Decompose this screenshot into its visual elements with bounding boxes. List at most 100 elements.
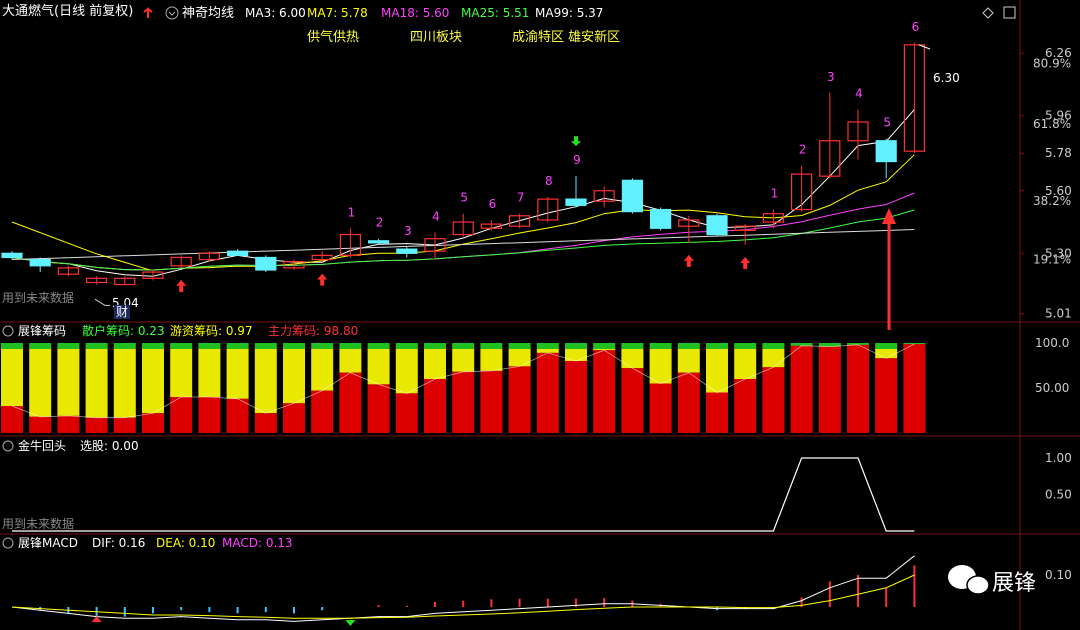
chip-main-bar: [480, 370, 503, 433]
buy-arrow-icon: [317, 273, 328, 280]
wechat-icon-bubble: [966, 575, 990, 595]
chip-retail-bar: [452, 343, 475, 349]
candle: [227, 250, 249, 256]
chip-label: 游资筹码: 0.97: [170, 324, 253, 338]
buy-arrow-stem: [320, 279, 325, 286]
macd-label: DEA: 0.10: [156, 536, 215, 550]
chip-main-bar: [283, 403, 305, 433]
count-label: 2: [376, 216, 384, 230]
count-label: 1: [771, 187, 779, 201]
bull-select-label: 选股: 0.00: [80, 439, 139, 453]
chip-retail-bar: [480, 343, 503, 349]
chip-main-bar: [113, 417, 136, 433]
chip-retail-bar: [593, 343, 616, 349]
watermark: 展锋: [992, 571, 1036, 596]
chip-hot-money-bar: [85, 349, 108, 418]
chip-retail-bar: [762, 343, 785, 349]
count-label: 3: [404, 224, 412, 238]
chip-main-bar: [367, 384, 390, 433]
macd-tick: 0.10: [1045, 568, 1072, 582]
chip-main-bar: [762, 367, 785, 433]
chip-retail-bar: [113, 343, 136, 349]
chip-main-bar: [649, 383, 672, 433]
count-label: 5: [460, 191, 468, 205]
count-label: 2: [799, 143, 807, 157]
chip-retail-bar: [339, 343, 362, 349]
chip-retail-bar: [734, 343, 757, 349]
chip-main-bar: [142, 413, 164, 433]
chip-retail-bar: [508, 343, 531, 349]
collapse-icon[interactable]: [2, 325, 14, 337]
candle: [29, 258, 51, 267]
chip-panel-name: 展锋筹码: [18, 324, 66, 338]
chip-retail-bar: [621, 343, 644, 349]
chip-hot-money-bar: [508, 349, 531, 367]
chip-retail-bar: [29, 343, 52, 349]
count-label: 4: [855, 86, 863, 100]
chip-retail-bar: [254, 343, 277, 349]
pct-tick: 19.1%: [1033, 253, 1071, 267]
chip-hot-money-bar: [395, 349, 418, 394]
chip-label: 主力筹码: 98.80: [268, 324, 358, 338]
chip-hot-money-bar: [1, 349, 23, 406]
buy-arrow-icon: [740, 256, 751, 263]
chip-retail-bar: [311, 343, 334, 349]
macd-panel-name: 展锋MACD: [18, 536, 78, 550]
chip-main-bar: [790, 345, 813, 433]
candle: [565, 198, 587, 206]
chip-main-bar: [508, 366, 531, 433]
count-label: 8: [545, 174, 553, 188]
chip-hot-money-bar: [226, 349, 249, 399]
macd-label: MACD: 0.13: [222, 536, 293, 550]
chip-retail-bar: [367, 343, 390, 349]
chip-hot-money-bar: [875, 349, 898, 359]
sell-arrow-icon: [571, 141, 581, 147]
ma7-line: [11, 154, 915, 271]
topic-annotation: 四川板块: [410, 30, 462, 45]
chip-label: 散户筹码: 0.23: [82, 323, 165, 338]
chip-retail-bar: [57, 343, 80, 349]
chip-hot-money-bar: [254, 349, 277, 414]
chip-hot-money-bar: [198, 349, 221, 397]
chip-main-bar: [1, 406, 23, 433]
macd-label: DIF: 0.16: [92, 536, 145, 550]
collapse-icon[interactable]: [2, 537, 14, 549]
topic-annotation: 成渝特区 雄安新区: [512, 29, 620, 45]
chip-main-bar: [339, 372, 362, 433]
chip-hot-money-bar: [339, 349, 362, 373]
chip-main-bar: [565, 361, 587, 433]
chip-hot-money-bar: [142, 349, 164, 414]
collapse-icon[interactable]: [2, 440, 14, 452]
chip-retail-bar: [875, 343, 898, 349]
high-price-label: 6.30: [933, 71, 960, 85]
chip-main-bar: [452, 371, 475, 433]
bull-tick: 0.50: [1045, 488, 1072, 502]
count-label: 6: [489, 197, 497, 211]
chip-retail-bar: [142, 343, 164, 349]
count-label: 3: [827, 70, 835, 84]
chip-retail-bar: [424, 343, 446, 349]
buy-arrow-stem: [686, 260, 691, 267]
chip-hot-money-bar: [424, 349, 446, 379]
chip-hot-money-bar: [677, 349, 700, 373]
price-tick: 5.78: [1045, 146, 1072, 160]
count-label: 5: [883, 116, 891, 130]
candle: [621, 179, 644, 213]
chip-main-bar: [734, 379, 757, 433]
candle: [368, 240, 390, 244]
chip-hot-money-bar: [649, 349, 672, 384]
count-label: 9: [573, 153, 581, 167]
chip-main-bar: [706, 392, 728, 433]
chip-main-bar: [198, 397, 221, 433]
stock-chart: 大通燃气(日线 前复权) 神奇均线 MA3: 6.00 MA7: 5.78 MA18: …: [0, 0, 1080, 630]
chip-hot-money-bar: [367, 349, 390, 385]
buy-arrow-icon: [176, 279, 187, 286]
pct-tick: 38.2%: [1033, 194, 1071, 208]
chip-hot-money-bar: [113, 349, 136, 418]
chip-main-bar: [311, 390, 334, 433]
candle: [875, 140, 897, 163]
header: [0, 0, 1080, 22]
chip-hot-money-bar: [621, 349, 644, 369]
chip-retail-bar: [677, 343, 700, 349]
chip-retail-bar: [565, 343, 587, 349]
